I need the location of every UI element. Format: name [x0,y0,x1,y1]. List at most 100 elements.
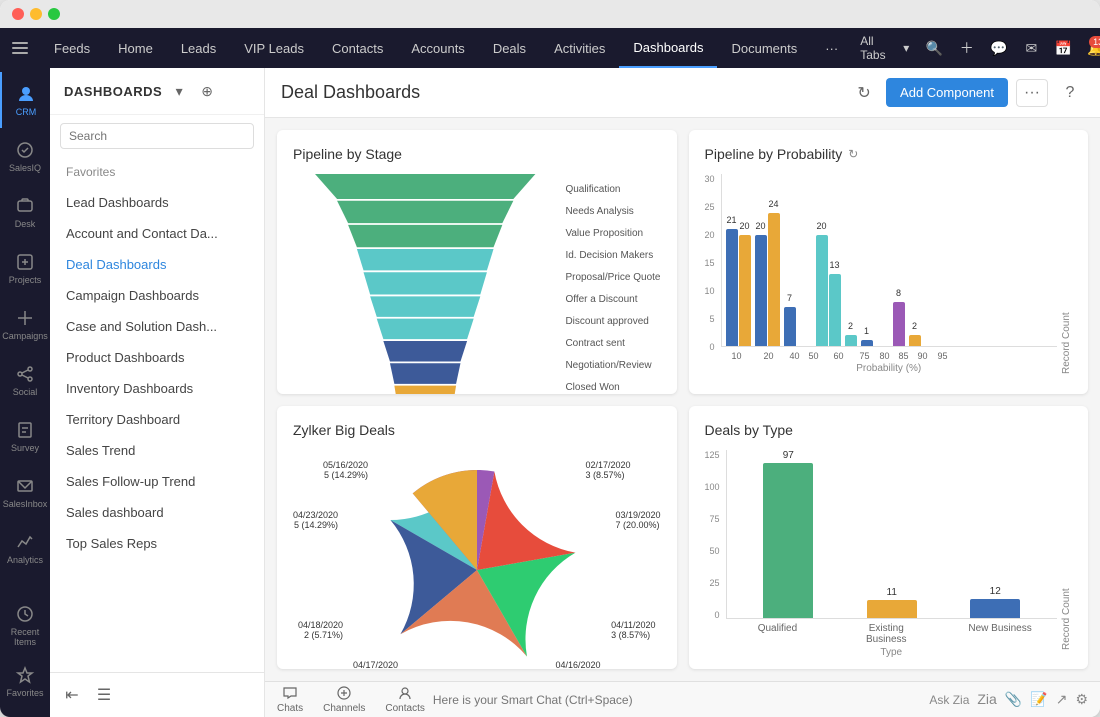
smart-chat-input[interactable] [433,693,922,707]
pie-label-0319: 03/19/20207 (20.00%) [615,510,660,530]
bottom-tab-channels[interactable]: Channels [323,685,365,714]
funnel-svg-container [293,174,557,394]
favorites-label: Favorites [6,688,43,698]
nav-footer-collapse[interactable]: ⇤ [58,681,86,709]
search-button[interactable]: 🔍 [919,32,949,64]
refresh-button[interactable]: ↻ [850,79,878,107]
nav-item-campaign[interactable]: Campaign Dashboards [50,280,264,311]
nav-item-product[interactable]: Product Dashboards [50,342,264,373]
bar-group-75: 2 [845,335,857,346]
chat-icon[interactable]: 💬 [984,32,1014,64]
recent-label: Recent Items [0,627,50,647]
minimize-button[interactable] [30,8,42,20]
tab-accounts[interactable]: Accounts [397,28,478,68]
deals-type-chart: Deals by Type 125 100 75 50 25 0 [689,406,1089,670]
nav-item-case-solution[interactable]: Case and Solution Dash... [50,311,264,342]
tab-documents[interactable]: Documents [717,28,811,68]
bottom-icon-3[interactable]: 📝 [1030,691,1047,708]
bar-group-60: 20 13 [816,235,841,346]
sidebar-item-recent[interactable]: Recent Items [0,597,50,653]
deals-bar-qualified: 97 [763,450,813,618]
social-label: Social [13,387,38,397]
funnel-label-negotiation: Negotiation/Review [565,360,660,371]
deals-bar-existing: 11 [867,587,917,618]
pie-label-0217: 02/17/20203 (8.57%) [585,460,630,480]
sidebar-item-analytics[interactable]: Analytics [0,520,50,576]
salesinbox-label: SalesInbox [3,499,48,509]
nav-item-sales-followup[interactable]: Sales Follow-up Trend [50,466,264,497]
nav-items-list: Favorites Lead Dashboards Account and Co… [50,157,264,672]
nav-item-sales-trend[interactable]: Sales Trend [50,435,264,466]
bar-75-1: 2 [845,335,857,346]
sidebar-item-salesiq[interactable]: SalesIQ [0,128,50,184]
prob-refresh-icon[interactable]: ↻ [848,147,858,161]
chevron-down-icon: ▾ [903,41,909,55]
bottom-icon-5[interactable]: ⚙ [1075,691,1088,708]
nav-sidebar-add[interactable]: ⊕ [196,80,218,102]
nav-search-input[interactable] [60,123,254,149]
add-component-button[interactable]: Add Component [886,78,1008,107]
tab-feeds[interactable]: Feeds [40,28,104,68]
prob-y-label: Record Count [1061,174,1072,374]
sidebar-item-campaigns[interactable]: Campaigns [0,296,50,352]
close-button[interactable] [12,8,24,20]
nav-item-account-contact[interactable]: Account and Contact Da... [50,218,264,249]
hamburger-menu[interactable] [0,28,40,68]
nav-item-top-reps[interactable]: Top Sales Reps [50,528,264,559]
sidebar-item-favorites[interactable]: Favorites [0,653,50,709]
prob-y-axis: 30 25 20 15 10 5 0 [705,174,715,374]
funnel-label-won: Closed Won [565,382,660,393]
tab-activities[interactable]: Activities [540,28,619,68]
funnel-label-qualification: Qualification [565,184,660,195]
tab-contacts[interactable]: Contacts [318,28,397,68]
tab-dashboards[interactable]: Dashboards [619,28,717,68]
sidebar-item-crm[interactable]: CRM [0,72,50,128]
help-button[interactable]: ? [1056,79,1084,107]
nav-footer-list[interactable]: ☰ [90,681,118,709]
nav-item-deal-dashboards[interactable]: Deal Dashboards [50,249,264,280]
ask-zia-label[interactable]: Ask Zia [929,693,969,707]
tab-home[interactable]: Home [104,28,167,68]
more-options-button[interactable]: ··· [1016,79,1048,107]
all-tabs-button[interactable]: All Tabs ▾ [852,30,917,66]
main-layout: CRM SalesIQ Desk Projects Campaigns Soci… [0,68,1100,717]
bar-80-1: 1 [861,340,873,346]
sidebar-item-salesinbox[interactable]: SalesInbox [0,464,50,520]
maximize-button[interactable] [48,8,60,20]
nav-item-favorites[interactable]: Favorites [50,157,264,187]
tab-more[interactable]: ··· [811,28,852,68]
mail-icon[interactable]: ✉ [1016,32,1046,64]
sidebar-item-desk[interactable]: Desk [0,184,50,240]
bar-group-20: 20 24 [755,213,780,346]
nav-sidebar-dropdown[interactable]: ▾ [168,80,190,102]
calendar-icon[interactable]: 📅 [1048,32,1078,64]
tab-leads[interactable]: Leads [167,28,230,68]
top-navigation: Feeds Home Leads VIP Leads Contacts Acco… [0,28,1100,68]
crm-label: CRM [16,107,37,117]
nav-sidebar-title: DASHBOARDS [64,84,162,99]
notification-icon[interactable]: 🔔 13 [1081,32,1100,64]
funnel-labels: Qualification Needs Analysis Value Propo… [565,174,660,394]
sidebar-item-social[interactable]: Social [0,352,50,408]
add-button[interactable]: ＋ [952,32,982,64]
tab-vip-leads[interactable]: VIP Leads [230,28,318,68]
pipeline-stage-title: Pipeline by Stage [293,146,661,162]
page-title: Deal Dashboards [281,82,420,103]
big-deals-chart: Zylker Big Deals 0 [277,406,677,670]
tab-deals[interactable]: Deals [479,28,540,68]
sidebar-item-projects[interactable]: Projects [0,240,50,296]
bottom-icon-2[interactable]: 📎 [1005,691,1022,708]
nav-item-inventory[interactable]: Inventory Dashboards [50,373,264,404]
nav-item-sales-dashboard[interactable]: Sales dashboard [50,497,264,528]
bottom-tab-chats[interactable]: Chats [277,685,303,714]
campaigns-label: Campaigns [2,331,48,341]
bottom-tab-contacts[interactable]: Contacts [385,685,424,714]
nav-item-territory[interactable]: Territory Dashboard [50,404,264,435]
sidebar-item-survey[interactable]: Survey [0,408,50,464]
funnel-label-value: Value Proposition [565,228,660,239]
nav-item-lead-dashboards[interactable]: Lead Dashboards [50,187,264,218]
bottom-icon-1[interactable]: Zia [977,691,996,708]
pie-label-0418: 04/18/20202 (5.71%) [298,620,343,640]
bottom-icon-4[interactable]: ↗ [1056,691,1068,708]
deals-x-axis: Qualified Existing Business New Business [726,623,1057,645]
